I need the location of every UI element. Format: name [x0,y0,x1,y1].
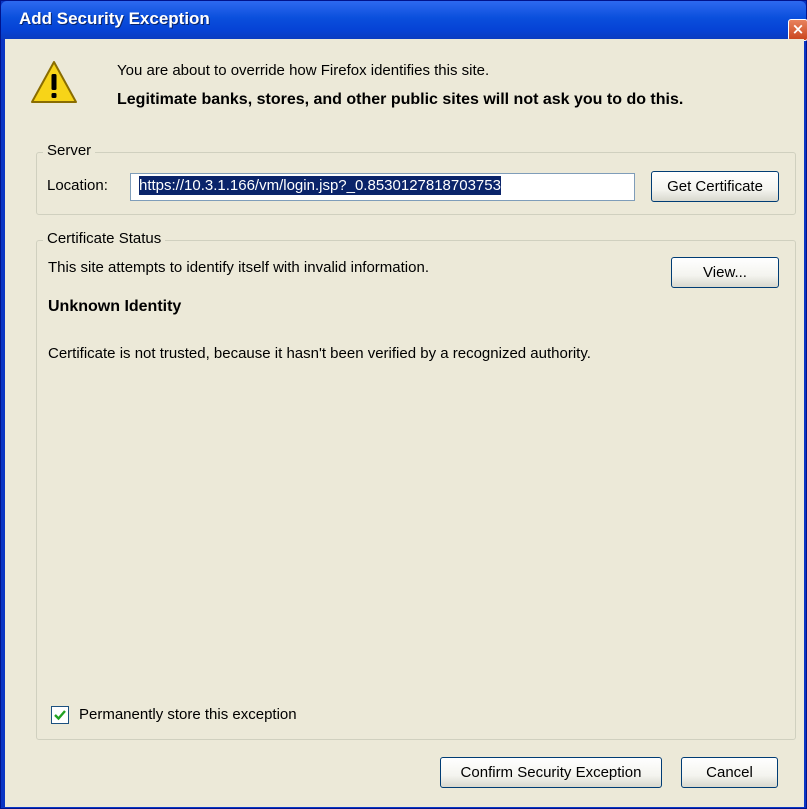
certificate-detail: Certificate is not trusted, because it h… [48,345,591,362]
get-certificate-button[interactable]: Get Certificate [651,171,779,202]
permanent-store-label[interactable]: Permanently store this exception [79,706,297,723]
status-description: This site attempts to identify itself wi… [48,259,429,276]
dialog-title: Add Security Exception [19,9,210,28]
intro-text: You are about to override how Firefox id… [117,62,490,79]
close-icon[interactable]: × [788,19,807,41]
checkmark-icon [54,710,66,721]
identity-heading: Unknown Identity [48,298,182,315]
view-button[interactable]: View... [671,257,779,288]
location-label: Location: [47,177,108,194]
warning-icon [31,61,77,103]
location-value: https://10.3.1.166/vm/login.jsp?_0.85301… [139,176,501,195]
security-exception-dialog: Add Security Exception × You are about t… [0,0,807,809]
certificate-status-label: Certificate Status [43,230,166,247]
cancel-button[interactable]: Cancel [681,757,778,788]
permanent-store-checkbox[interactable] [51,706,69,724]
title-bar[interactable]: Add Security Exception [1,1,806,39]
confirm-exception-button[interactable]: Confirm Security Exception [440,757,662,788]
intro-warning-text: Legitimate banks, stores, and other publ… [117,91,684,108]
location-input[interactable]: https://10.3.1.166/vm/login.jsp?_0.85301… [130,173,635,201]
server-group-label: Server [43,142,96,159]
